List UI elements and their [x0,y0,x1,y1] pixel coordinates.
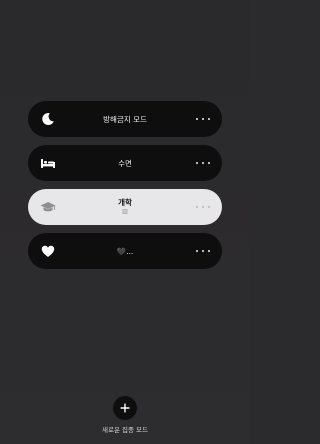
add-focus-mode-button[interactable] [113,396,137,420]
bed-icon [40,155,56,171]
add-focus-mode-label: 새로운 집중 모드 [102,426,148,434]
moon-icon [40,111,56,127]
focus-mode-do-not-disturb[interactable]: 방해금지 모드 [28,101,222,137]
more-options-icon[interactable] [196,201,210,213]
more-options-icon[interactable] [196,245,210,257]
focus-mode-status: ▥ [122,208,128,215]
focus-mode-label: 개학 [118,198,132,207]
heart-icon [40,243,56,259]
more-options-icon[interactable] [196,113,210,125]
new-focus-mode: 새로운 집중 모드 [0,396,250,434]
focus-mode-heart[interactable]: 🖤... [28,233,222,269]
graduation-cap-icon [40,199,56,215]
plus-icon [120,403,130,413]
more-options-icon[interactable] [196,157,210,169]
focus-mode-school[interactable]: 개학 ▥ [28,189,222,225]
focus-mode-label: 수면 [118,158,132,168]
focus-screen: 방해금지 모드 수면 개학 ▥ 🖤... 새로운 집중 모드 [0,0,250,444]
focus-mode-sleep[interactable]: 수면 [28,145,222,181]
focus-mode-label: 🖤... [116,246,134,256]
focus-mode-label: 방해금지 모드 [103,114,147,124]
focus-mode-list: 방해금지 모드 수면 개학 ▥ 🖤... [28,101,222,277]
